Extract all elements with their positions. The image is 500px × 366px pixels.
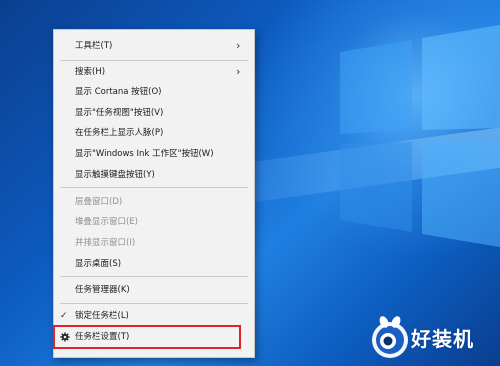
menu-item-show-people[interactable]: 在任务栏上显示人脉(P): [54, 123, 254, 143]
menu-separator: [60, 303, 248, 304]
menu-item-stack-windows: 堆叠显示窗口(E): [54, 212, 254, 232]
menu-item-cascade-windows: 层叠窗口(D): [54, 192, 254, 212]
watermark-text: 好装机: [411, 327, 474, 351]
windows-logo: [340, 24, 500, 248]
chevron-right-icon: ›: [236, 65, 241, 78]
menu-item-label: 工具栏(T): [75, 41, 113, 51]
menu-item-label: 堆叠显示窗口(E): [75, 217, 139, 227]
menu-item-toolbars[interactable]: 工具栏(T) ›: [54, 36, 254, 56]
menu-item-side-by-side-windows: 并排显示窗口(I): [54, 233, 254, 253]
menu-item-show-touch-keyboard[interactable]: 显示触摸键盘按钮(Y): [54, 165, 254, 185]
menu-item-lock-taskbar[interactable]: ✓ 锁定任务栏(L): [54, 306, 254, 326]
menu-item-label: 显示桌面(S): [75, 259, 122, 269]
menu-item-show-desktop[interactable]: 显示桌面(S): [54, 254, 254, 274]
chevron-right-icon: ›: [236, 39, 241, 52]
taskbar-context-menu: 工具栏(T) › 搜索(H) › 显示 Cortana 按钮(O) 显示"任务视…: [53, 29, 255, 358]
menu-item-label: 任务管理器(K): [75, 285, 130, 295]
menu-item-show-task-view[interactable]: 显示"任务视图"按钮(V): [54, 103, 254, 123]
menu-item-task-manager[interactable]: 任务管理器(K): [54, 280, 254, 300]
menu-separator: [60, 60, 248, 61]
menu-item-label: 锁定任务栏(L): [75, 311, 129, 321]
menu-item-label: 显示"任务视图"按钮(V): [75, 108, 164, 118]
menu-item-label: 在任务栏上显示人脉(P): [75, 128, 164, 138]
check-icon: ✓: [60, 311, 68, 321]
menu-item-label: 层叠窗口(D): [75, 197, 123, 207]
highlight-box: [53, 325, 241, 349]
menu-item-label: 搜索(H): [75, 67, 106, 77]
menu-separator: [60, 187, 248, 188]
menu-item-label: 显示"Windows Ink 工作区"按钮(W): [75, 149, 214, 159]
menu-item-search[interactable]: 搜索(H) ›: [54, 62, 254, 82]
menu-item-show-cortana[interactable]: 显示 Cortana 按钮(O): [54, 82, 254, 102]
menu-item-label: 显示 Cortana 按钮(O): [75, 87, 162, 97]
menu-item-show-windows-ink[interactable]: 显示"Windows Ink 工作区"按钮(W): [54, 144, 254, 164]
menu-separator: [60, 276, 248, 277]
menu-item-label: 显示触摸键盘按钮(Y): [75, 170, 155, 180]
menu-item-label: 并排显示窗口(I): [75, 238, 136, 248]
